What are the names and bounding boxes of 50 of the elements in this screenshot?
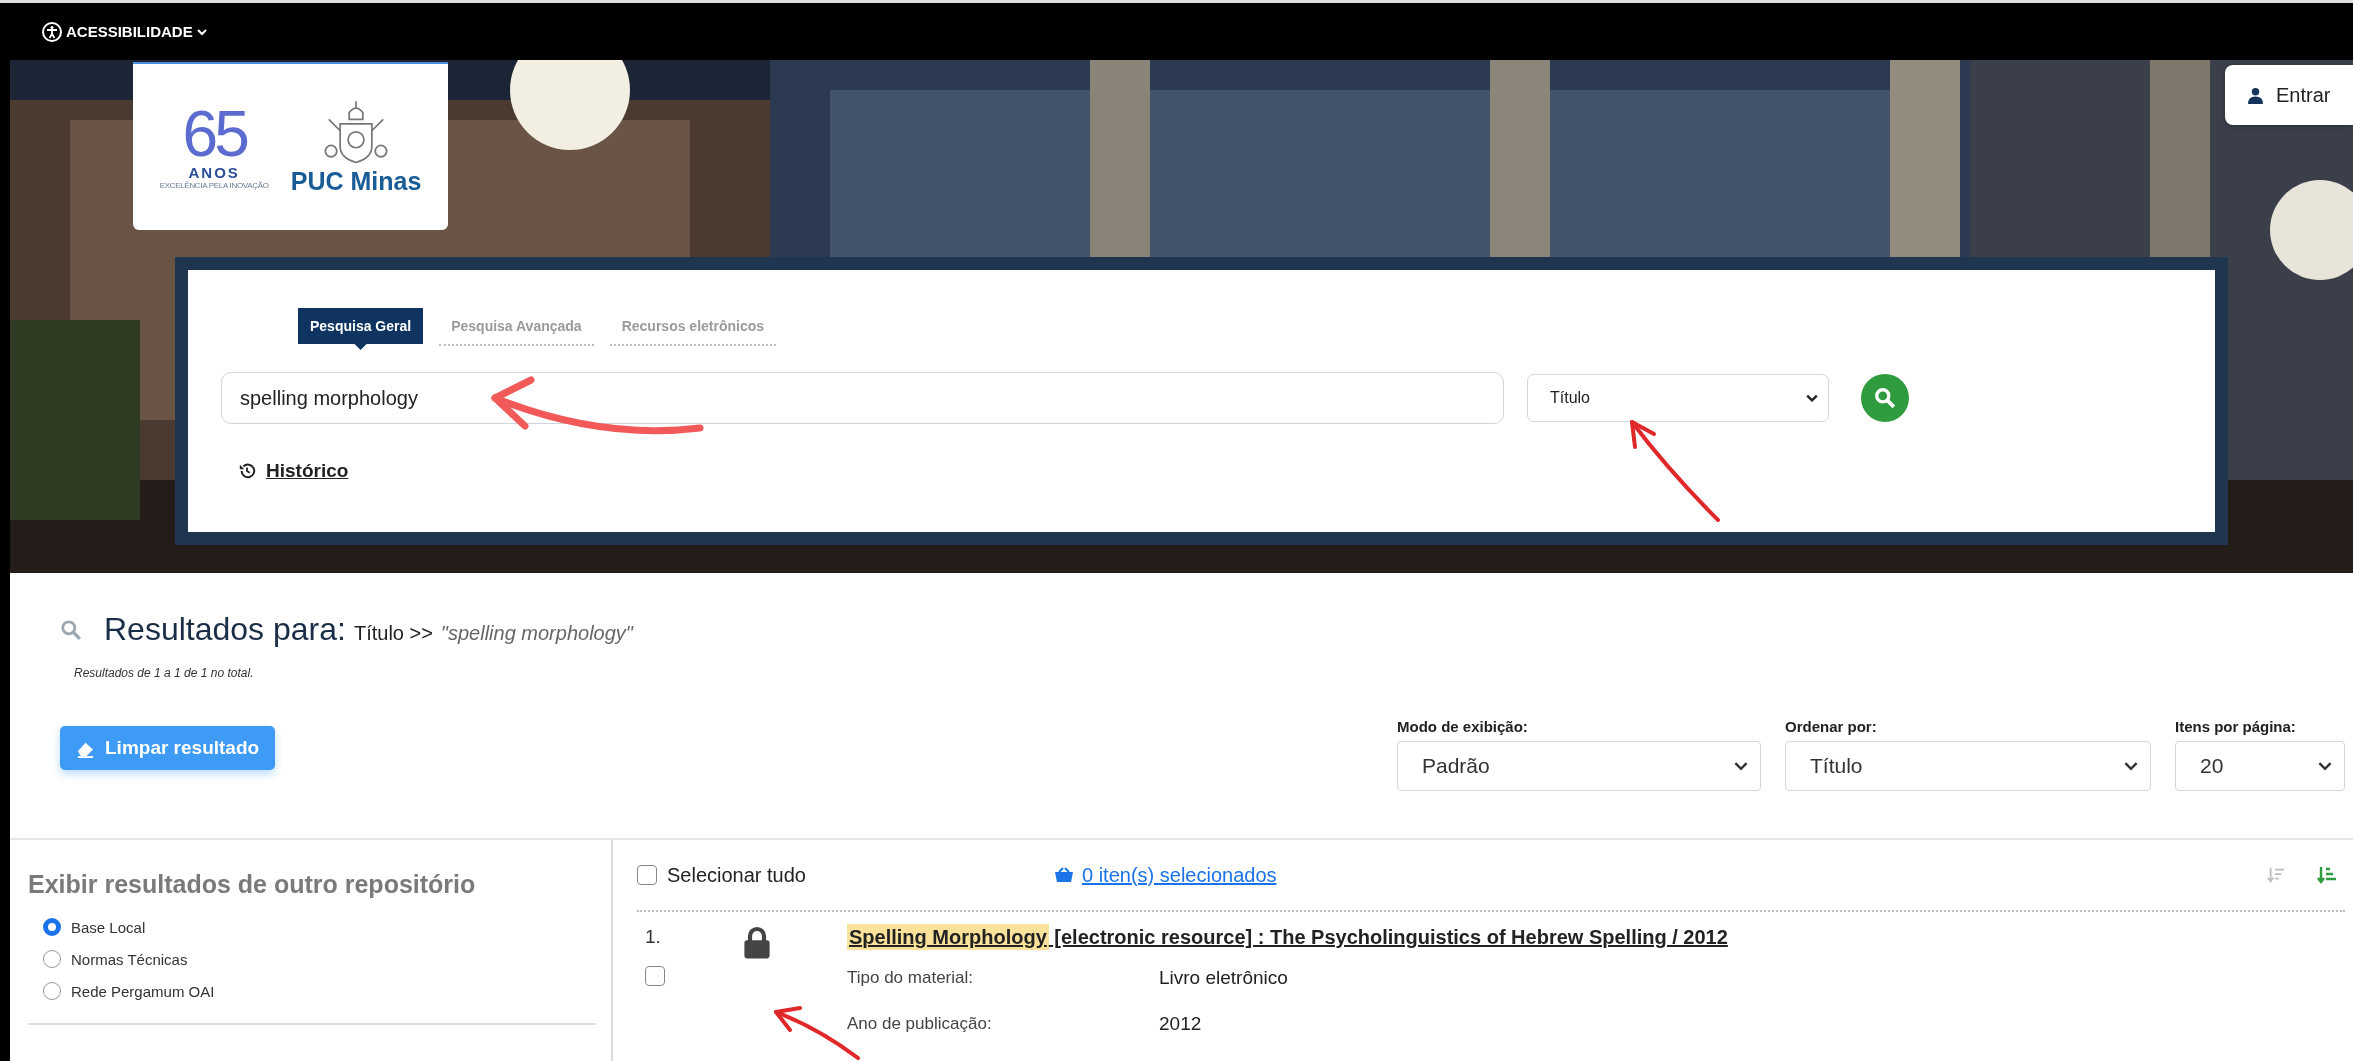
radio-label: Normas Técnicas [71, 950, 188, 968]
search-button[interactable] [1861, 374, 1909, 422]
history-link[interactable]: Histórico [266, 460, 349, 482]
search-tab[interactable]: Pesquisa Geral [298, 308, 424, 350]
accessibility-menu[interactable]: ACESSIBILIDADE [42, 21, 207, 42]
results-summary: Resultados de 1 a 1 de 1 no total. [73, 665, 255, 680]
select-all-label: Selecionar tudo [667, 863, 806, 887]
control-label: Itens por página: [2175, 718, 2297, 735]
select-all-checkbox[interactable] [637, 865, 657, 885]
radio-button[interactable] [43, 982, 61, 1000]
dropdown-select[interactable]: 20 [2175, 741, 2345, 791]
results-heading: Resultados para: [104, 611, 346, 648]
dropdown-select[interactable]: Título [1785, 741, 2151, 791]
sidebar-heading: Exibir resultados de outro repositório [28, 870, 477, 899]
search-icon [1874, 387, 1896, 409]
sort-button[interactable] [2267, 866, 2285, 884]
field-value: Livro eletrônico [1159, 967, 1288, 989]
anniversary-word: ANOS [188, 164, 240, 181]
brand-name: PUC Minas [290, 166, 422, 196]
selected-items-link[interactable]: 0 iten(s) selecionados [1082, 863, 1277, 887]
record-number: 1. [645, 926, 662, 948]
anniversary-number: 65 [182, 104, 246, 164]
dropdown-select[interactable]: Padrão [1397, 741, 1761, 791]
basket-icon [1054, 867, 1074, 883]
radio-button[interactable] [43, 950, 61, 968]
accessibility-icon [42, 21, 62, 42]
sort-button[interactable] [2317, 865, 2337, 885]
logo-tagline: EXCELÊNCIA PELA INOVAÇÃO [159, 181, 269, 190]
field-value: 2012 [1159, 1013, 1202, 1035]
results-field: Título >> [353, 622, 433, 645]
sort-descending-icon [2267, 866, 2285, 884]
chevron-icon [1806, 392, 1818, 404]
control-label: Modo de exibição: [1397, 718, 1529, 735]
field-label: Ano de publicação: [847, 1014, 993, 1034]
sort-ascending-icon [2317, 865, 2337, 885]
user-icon [2247, 86, 2264, 104]
field-select[interactable]: Título [1527, 374, 1829, 422]
results-query: "spelling morphology" [440, 622, 633, 645]
control-label: Ordenar por: [1785, 718, 1878, 735]
history-icon [238, 462, 256, 480]
radio-label: Base Local [71, 918, 146, 936]
search-icon [60, 618, 82, 641]
radio-label: Rede Pergamum OAI [71, 982, 215, 1000]
search-field[interactable]: spelling morphology [221, 372, 1504, 424]
field-label: Tipo do material: [847, 968, 974, 988]
chevron-icon [196, 26, 207, 37]
record-title-link[interactable]: Spelling Morphology [electronic resource] : The Psycholinguistics of Hebrew Spelling / 2012 [847, 926, 1728, 949]
record-checkbox[interactable] [645, 966, 665, 986]
radio-button[interactable] [43, 918, 61, 936]
login-button[interactable]: Entrar [2225, 65, 2353, 125]
